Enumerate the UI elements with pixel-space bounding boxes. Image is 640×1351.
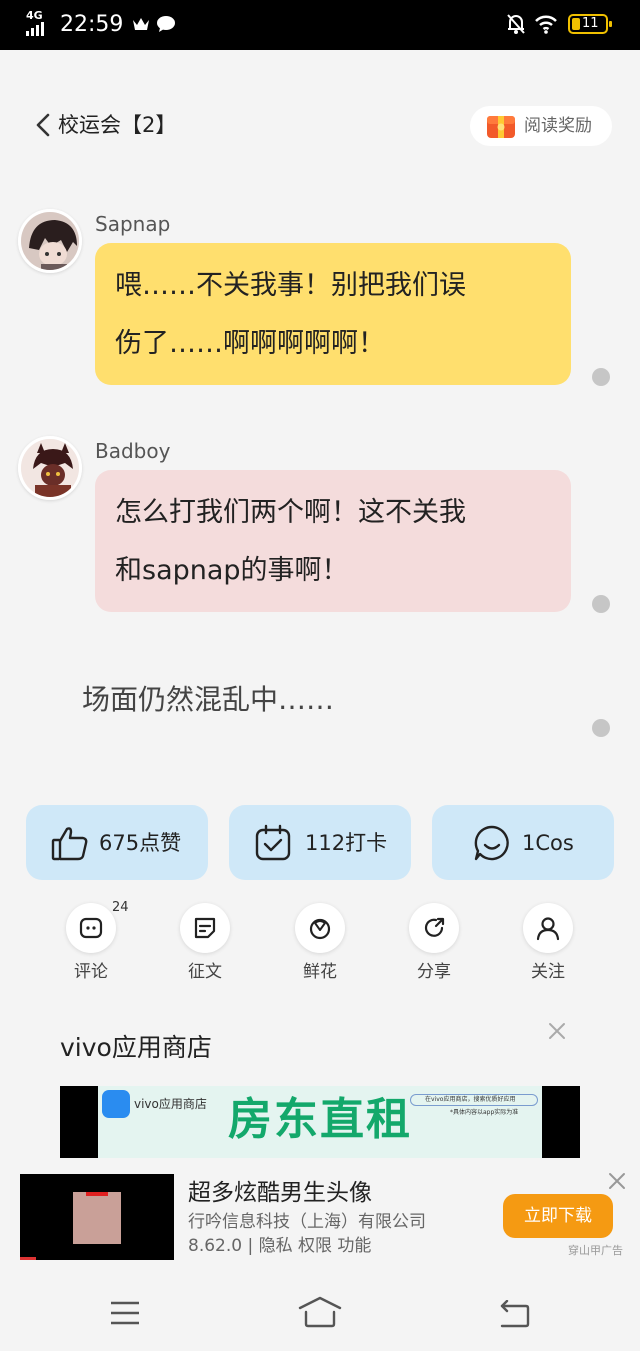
- close-icon[interactable]: [548, 1022, 566, 1040]
- pig-image: [73, 1192, 121, 1244]
- flower-icon: [295, 903, 345, 953]
- ad-banner-headline: 房东直租: [228, 1094, 412, 1145]
- comment-dot-icon[interactable]: [592, 595, 610, 613]
- document-icon: [180, 903, 230, 953]
- comment-count-badge: 24: [112, 900, 129, 915]
- calendar-check-icon: [253, 823, 293, 867]
- message-text: 伤了……啊啊啊啊啊！: [115, 328, 385, 359]
- download-button[interactable]: 立即下载: [503, 1194, 613, 1238]
- comment-action[interactable]: 评论: [66, 903, 116, 982]
- back-arrow-icon[interactable]: [34, 110, 54, 140]
- status-bar: 4G 22:59 11: [0, 0, 640, 50]
- ad-banner[interactable]: vivo应用商店 在vivo应用商店，搜索优质好应用 *具体内容以app实际为准…: [60, 1086, 580, 1158]
- ad-store-name: vivo应用商店: [60, 1033, 212, 1062]
- ad-app-meta[interactable]: 8.62.0 | 隐私 权限 功能: [188, 1234, 371, 1258]
- ad-app-title: 超多炫酷男生头像: [188, 1180, 372, 1206]
- like-count: 675点赞: [99, 831, 182, 855]
- clock: 22:59: [60, 12, 124, 37]
- back-nav-icon[interactable]: [498, 1299, 530, 1332]
- comment-icon: [66, 903, 116, 953]
- chat-icon: [156, 15, 176, 37]
- user-icon: [523, 903, 573, 953]
- message-bubble: 怎么打我们两个啊！这不关我 和sapnap的事啊！: [95, 470, 571, 612]
- close-icon[interactable]: [608, 1172, 626, 1190]
- comment-dot-icon[interactable]: [592, 368, 610, 386]
- bell-muted-icon: [506, 13, 526, 39]
- share-action[interactable]: 分享: [409, 903, 459, 982]
- comment-label: 评论: [74, 962, 108, 982]
- contest-label: 征文: [188, 962, 222, 982]
- ad-company: 行吟信息科技（上海）有限公司: [188, 1212, 426, 1232]
- page-title[interactable]: 校运会【2】: [58, 110, 176, 140]
- gift-box-icon: [486, 113, 516, 146]
- wifi-icon: [534, 14, 558, 38]
- thumbs-up-icon: [50, 823, 90, 867]
- reading-reward-button[interactable]: 阅读奖励: [470, 106, 612, 146]
- message-text: 喂……不关我事！别把我们误: [115, 270, 466, 301]
- menu-icon[interactable]: [110, 1300, 140, 1330]
- like-button[interactable]: 675点赞: [26, 805, 208, 880]
- message-text: 怎么打我们两个啊！这不关我: [115, 497, 466, 528]
- contest-action[interactable]: 征文: [180, 903, 230, 982]
- message-bubble: 喂……不关我事！别把我们误 伤了……啊啊啊啊啊！: [95, 243, 571, 385]
- signal-icon: [26, 22, 44, 36]
- flower-action[interactable]: 鲜花: [295, 903, 345, 982]
- sender-name: Badboy: [95, 439, 171, 463]
- reading-reward-label: 阅读奖励: [524, 116, 592, 136]
- share-label: 分享: [417, 962, 451, 982]
- avatar-sapnap[interactable]: [18, 209, 82, 273]
- chat-bubble-icon: [472, 823, 512, 867]
- sender-name: Sapnap: [95, 212, 171, 236]
- flower-label: 鲜花: [303, 962, 337, 982]
- checkin-button[interactable]: 112打卡: [229, 805, 411, 880]
- cos-button[interactable]: 1Cos: [432, 805, 614, 880]
- battery-icon: 11: [568, 14, 612, 34]
- checkin-count: 112打卡: [305, 831, 388, 855]
- ad-banner-disclaimer: *具体内容以app实际为准: [450, 1109, 519, 1116]
- network-type: 4G: [26, 9, 43, 22]
- battery-level: 11: [582, 16, 599, 31]
- home-icon[interactable]: [298, 1296, 342, 1332]
- cos-count: 1Cos: [522, 831, 574, 855]
- avatar-badboy[interactable]: [18, 436, 82, 500]
- ad-banner-store: vivo应用商店: [134, 1097, 207, 1111]
- vivo-store-logo-icon: [102, 1090, 130, 1118]
- ad-video-thumbnail[interactable]: [20, 1174, 174, 1260]
- follow-action[interactable]: 关注: [523, 903, 573, 982]
- ad-source-label: 穿山甲广告: [568, 1244, 623, 1257]
- narration-text: 场面仍然混乱中……: [82, 683, 335, 716]
- share-icon: [409, 903, 459, 953]
- ad-app-card[interactable]: 超多炫酷男生头像 行吟信息科技（上海）有限公司 8.62.0 | 隐私 权限 功…: [0, 1158, 640, 1264]
- comment-dot-icon[interactable]: [592, 719, 610, 737]
- ad-banner-search: 在vivo应用商店，搜索优质好应用: [410, 1094, 538, 1106]
- crown-icon: [132, 16, 150, 35]
- message-text: 和sapnap的事啊！: [115, 555, 349, 586]
- follow-label: 关注: [531, 962, 565, 982]
